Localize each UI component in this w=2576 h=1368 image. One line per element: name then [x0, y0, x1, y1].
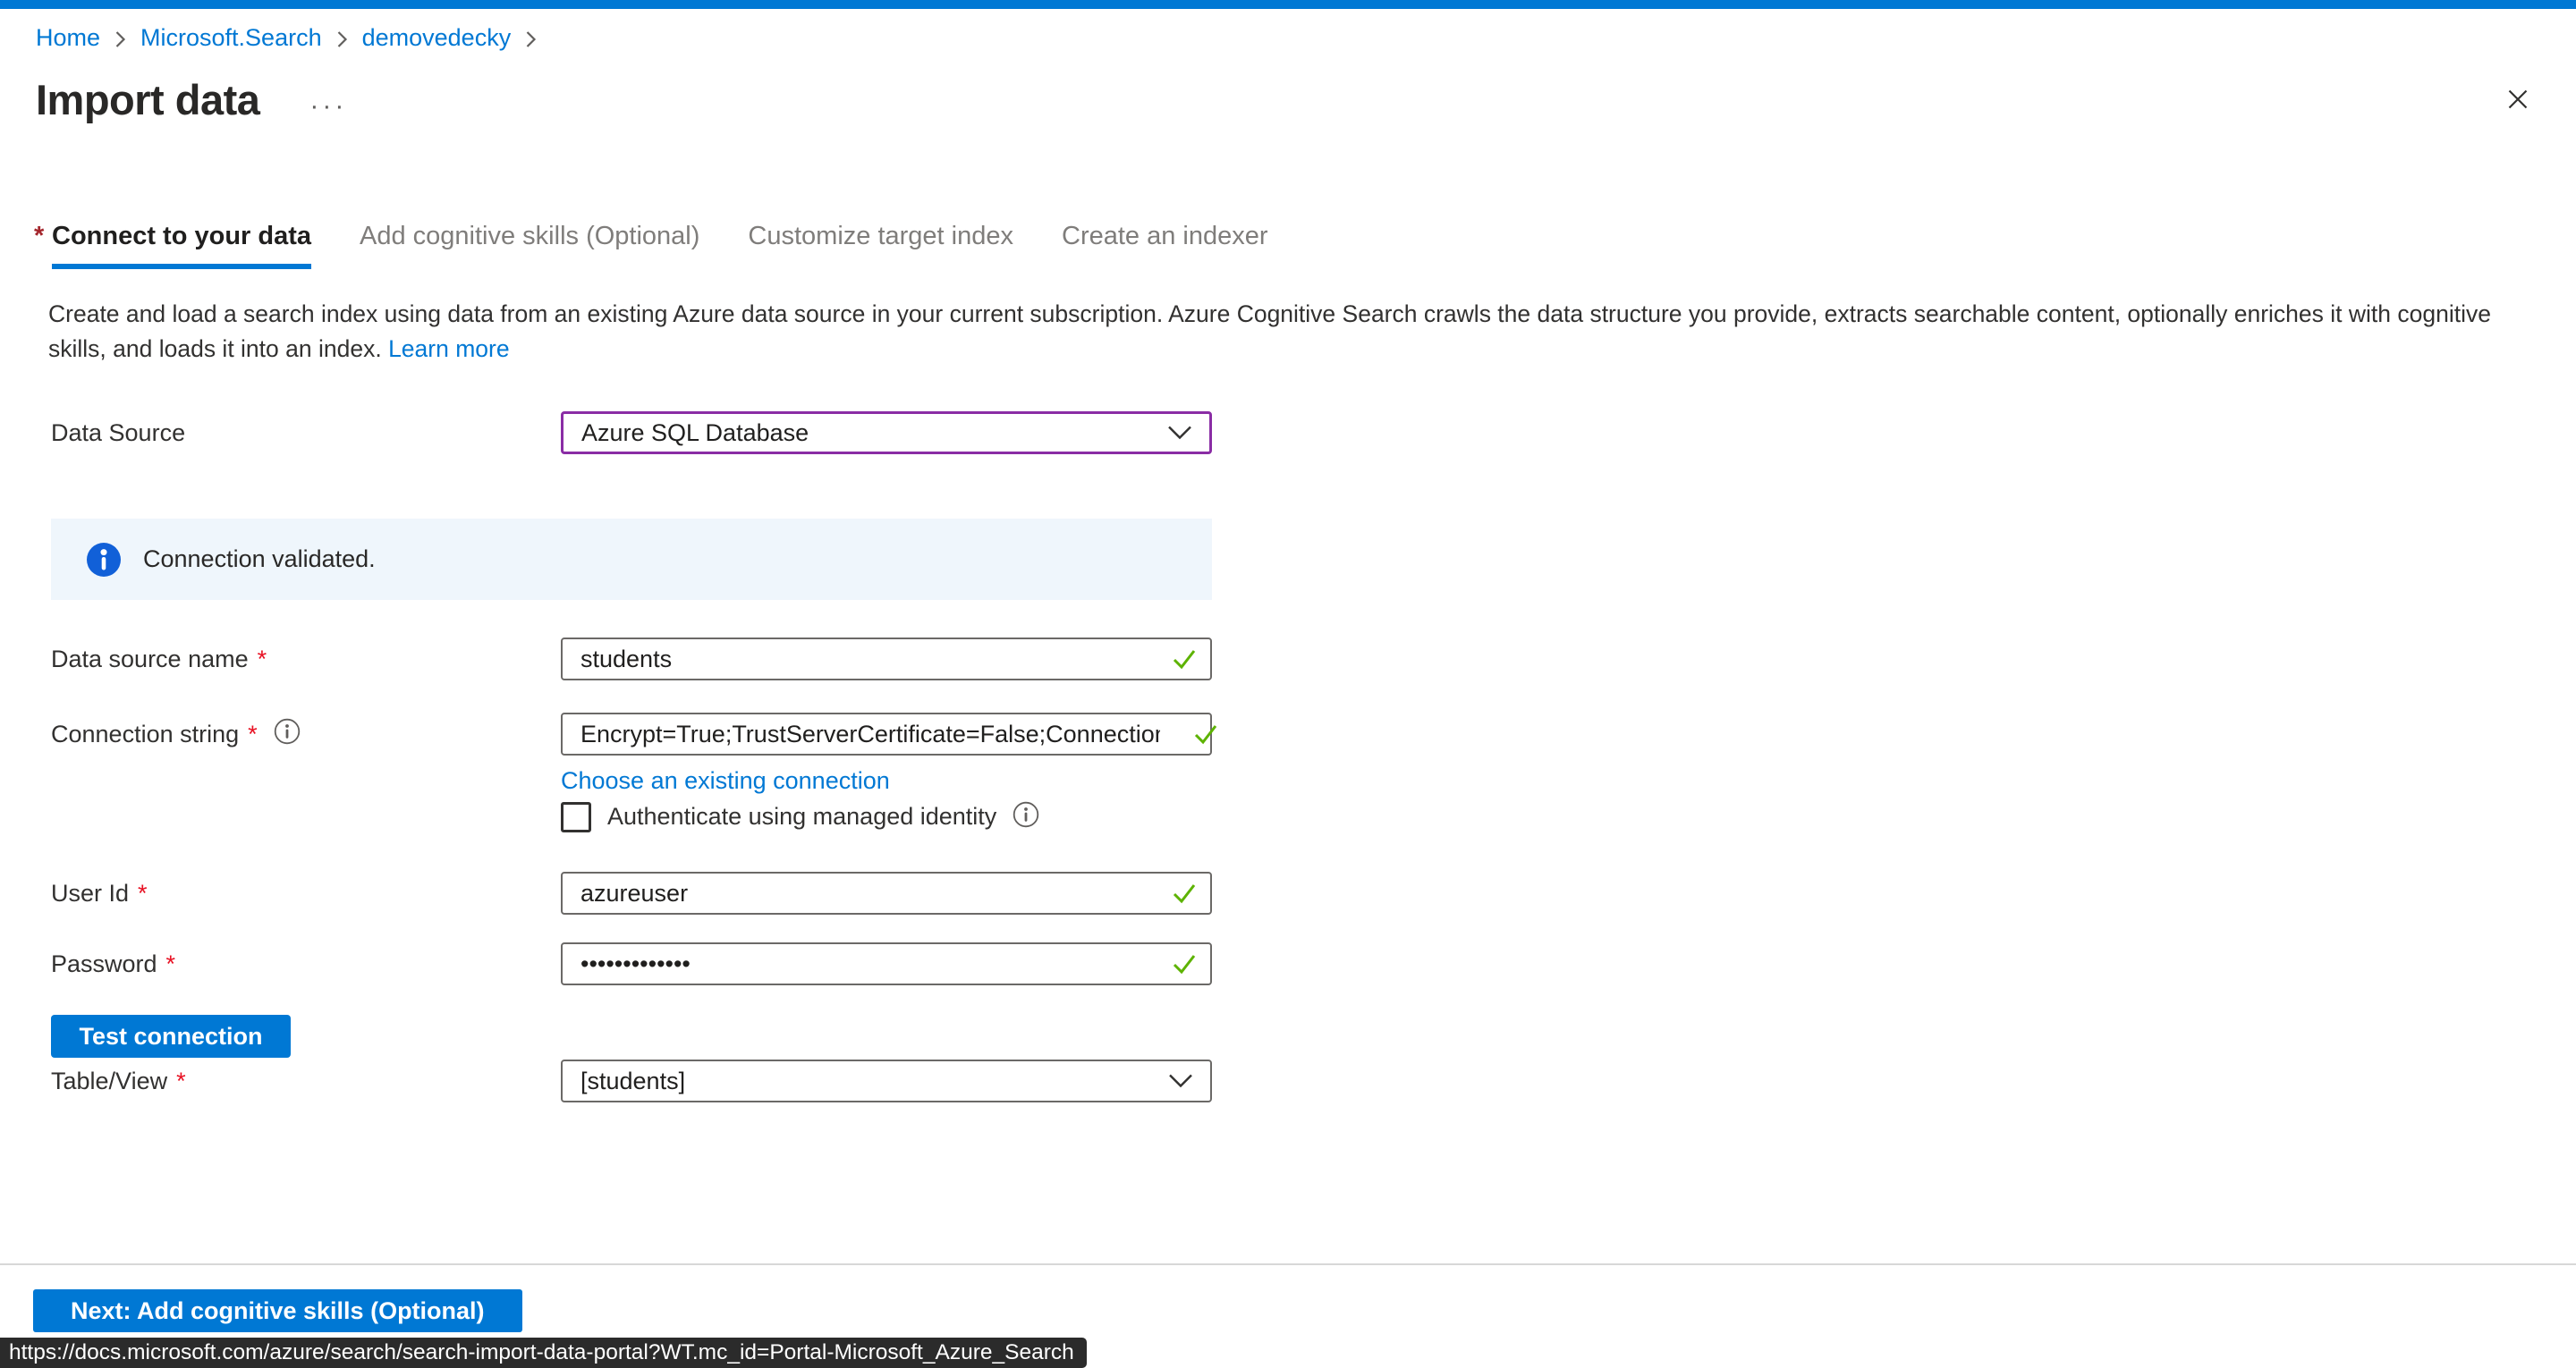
learn-more-link[interactable]: Learn more [388, 335, 510, 362]
data-source-name-input[interactable] [561, 638, 1212, 680]
required-marker: * [34, 222, 44, 251]
close-icon [2504, 85, 2532, 114]
choose-existing-connection-link[interactable]: Choose an existing connection [561, 767, 1212, 795]
breadcrumb-demovedecky[interactable]: demovedecky [362, 24, 512, 52]
chevron-right-icon [524, 28, 538, 51]
breadcrumb-home[interactable]: Home [36, 24, 100, 52]
user-id-row: User Id* [51, 872, 1212, 915]
next-step-button[interactable]: Next: Add cognitive skills (Optional) [33, 1289, 522, 1332]
data-source-dropdown[interactable]: Azure SQL Database [561, 411, 1212, 454]
connection-string-label: Connection string* [51, 718, 561, 751]
managed-identity-row: Authenticate using managed identity [51, 801, 1212, 832]
valid-check-icon [1169, 949, 1199, 979]
data-source-label: Data Source [51, 419, 561, 447]
wizard-tabs: * Connect to your data Add cognitive ski… [52, 222, 2576, 269]
password-row: Password* [51, 942, 1212, 985]
tab-label: Connect to your data [52, 222, 311, 250]
page-title: Import data [36, 75, 259, 124]
required-marker: * [176, 1068, 186, 1095]
tab-label: Add cognitive skills (Optional) [360, 222, 699, 250]
tab-label: Create an indexer [1062, 222, 1268, 250]
choose-connection-row: Choose an existing connection [51, 767, 1212, 795]
valid-check-icon [1169, 878, 1199, 908]
page-header: Import data ··· [36, 70, 2533, 129]
table-view-dropdown[interactable]: [students] [561, 1060, 1212, 1102]
chevron-right-icon [114, 28, 127, 51]
managed-identity-label: Authenticate using managed identity [607, 803, 996, 831]
data-source-name-label: Data source name* [51, 646, 561, 673]
tab-customize-target-index[interactable]: Customize target index [748, 222, 1013, 269]
required-marker: * [258, 646, 267, 673]
info-tooltip-icon[interactable] [274, 718, 301, 751]
close-button[interactable] [2503, 84, 2533, 114]
info-icon [86, 542, 122, 578]
banner-text: Connection validated. [143, 545, 376, 573]
managed-identity-checkbox[interactable] [561, 802, 591, 832]
table-view-row: Table/View* [students] [51, 1060, 1212, 1102]
chevron-down-icon [1166, 419, 1193, 447]
valid-check-icon [1169, 644, 1199, 674]
data-source-row: Data Source Azure SQL Database [51, 411, 1212, 454]
connection-string-row: Connection string* [51, 713, 1212, 756]
breadcrumb-microsoft-search[interactable]: Microsoft.Search [140, 24, 322, 52]
password-input[interactable] [561, 942, 1212, 985]
required-marker: * [138, 880, 148, 908]
chevron-down-icon [1167, 1068, 1194, 1095]
password-label: Password* [51, 950, 561, 978]
user-id-input[interactable] [561, 872, 1212, 915]
required-marker: * [248, 721, 258, 748]
connection-validated-banner: Connection validated. [51, 519, 1212, 600]
data-source-name-row: Data source name* [51, 638, 1212, 680]
page-description: Create and load a search index using dat… [48, 297, 2524, 367]
more-options-button[interactable]: ··· [309, 91, 347, 122]
connection-string-input[interactable] [561, 713, 1212, 756]
info-tooltip-icon[interactable] [1013, 801, 1039, 832]
chevron-right-icon [335, 28, 349, 51]
top-accent-bar [0, 0, 2576, 9]
table-view-label: Table/View* [51, 1068, 561, 1095]
tab-create-an-indexer[interactable]: Create an indexer [1062, 222, 1268, 269]
tab-label: Customize target index [748, 222, 1013, 250]
footer-divider [0, 1263, 2576, 1265]
tab-connect-to-your-data[interactable]: * Connect to your data [52, 222, 311, 269]
breadcrumb: Home Microsoft.Search demovedecky [0, 9, 2576, 52]
user-id-label: User Id* [51, 880, 561, 908]
required-marker: * [166, 950, 176, 978]
tab-add-cognitive-skills[interactable]: Add cognitive skills (Optional) [360, 222, 699, 269]
data-source-value: Azure SQL Database [581, 419, 809, 447]
valid-check-icon [1191, 719, 1221, 749]
link-status-bar: https://docs.microsoft.com/azure/search/… [0, 1338, 1087, 1368]
test-connection-button[interactable]: Test connection [51, 1015, 291, 1058]
table-view-value: [students] [580, 1068, 685, 1095]
status-url: https://docs.microsoft.com/azure/search/… [9, 1340, 1074, 1365]
connect-data-form: Data Source Azure SQL Database Connectio… [51, 411, 1212, 1102]
